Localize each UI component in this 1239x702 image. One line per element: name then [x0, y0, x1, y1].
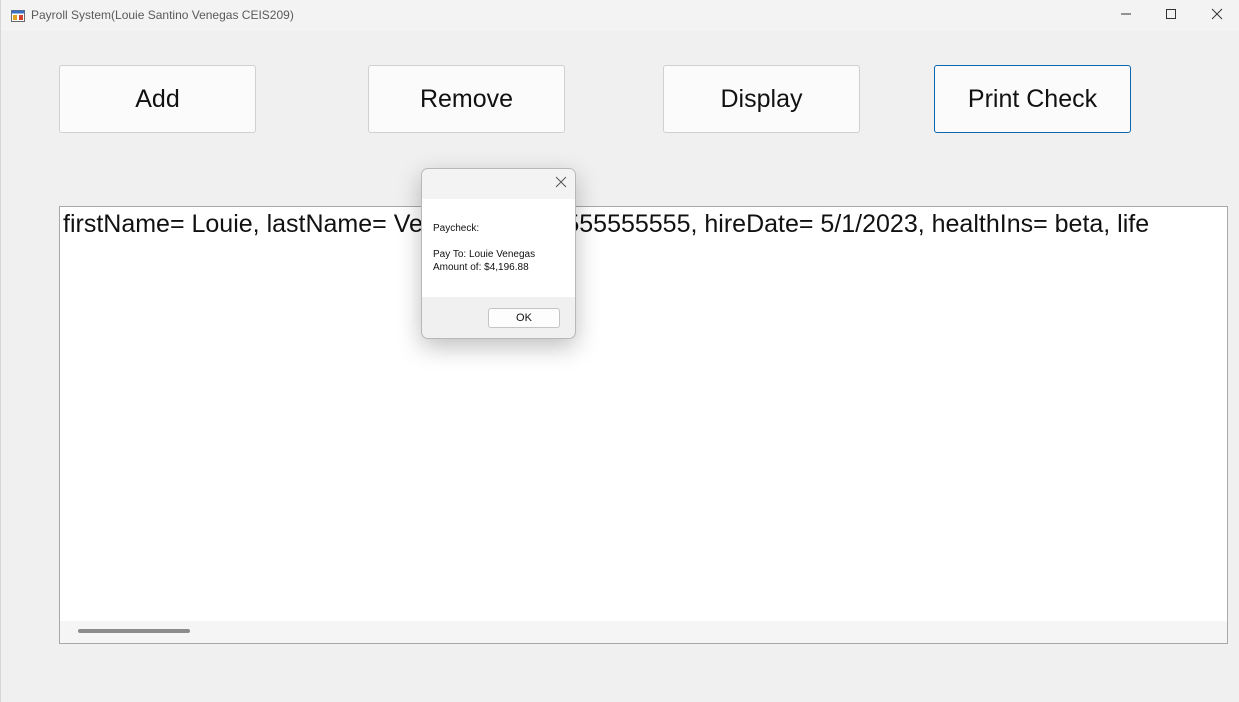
dialog-heading: Paycheck:	[433, 223, 480, 234]
maximize-button[interactable]	[1148, 0, 1194, 31]
remove-button[interactable]: Remove	[368, 65, 565, 133]
app-window-icon	[11, 9, 25, 22]
window-title: Payroll System(Louie Santino Venegas CEI…	[31, 8, 294, 22]
list-item[interactable]: firstName= Louie, lastName= Venegas, ssn…	[63, 210, 1149, 239]
minimize-button[interactable]	[1103, 0, 1149, 31]
maximize-icon	[1165, 7, 1177, 25]
close-icon	[555, 175, 567, 193]
horizontal-scrollbar[interactable]	[60, 621, 1227, 643]
add-button[interactable]: Add	[59, 65, 256, 133]
employee-list-box[interactable]: firstName= Louie, lastName= Venegas, ssn…	[59, 206, 1228, 644]
print-check-button[interactable]: Print Check	[934, 65, 1131, 133]
paycheck-dialog: Paycheck: Pay To: Louie Venegas Amount o…	[421, 168, 576, 339]
dialog-close-button[interactable]	[552, 175, 570, 193]
display-button[interactable]: Display	[663, 65, 860, 133]
close-button[interactable]	[1194, 0, 1239, 31]
dialog-pay-to: Pay To: Louie Venegas	[433, 249, 536, 260]
dialog-message-area: Paycheck: Pay To: Louie Venegas Amount o…	[422, 199, 575, 297]
dialog-title-bar[interactable]	[422, 169, 575, 199]
minimize-icon	[1120, 7, 1132, 25]
payroll-window: Payroll System(Louie Santino Venegas CEI…	[0, 0, 1239, 702]
close-icon	[1211, 7, 1223, 25]
scrollbar-thumb[interactable]	[78, 629, 190, 633]
dialog-amount: Amount of: $4,196.88	[433, 262, 529, 273]
title-bar[interactable]: Payroll System(Louie Santino Venegas CEI…	[1, 0, 1239, 31]
ok-button[interactable]: OK	[488, 308, 560, 328]
